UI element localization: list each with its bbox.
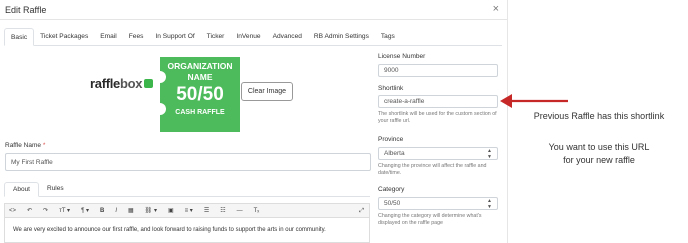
annotation-arrow: [500, 94, 568, 108]
logo-text-raffle: raffle: [90, 76, 120, 91]
description-tabs: About Rules: [4, 182, 370, 197]
province-help: Changing the province will affect the ra…: [378, 163, 487, 176]
redo-icon[interactable]: ↷: [43, 208, 48, 214]
settings-tabs: Basic Ticket Packages Email Fees In Supp…: [4, 28, 502, 46]
tab-about[interactable]: About: [4, 182, 39, 197]
ticket-bottom-text: CASH RAFFLE: [175, 109, 225, 116]
code-view-icon[interactable]: <>: [9, 208, 16, 214]
shortlink-label: Shortlink: [378, 85, 404, 92]
annotation-line1: You want to use this URL: [548, 142, 650, 152]
close-icon[interactable]: ×: [493, 4, 499, 15]
logo-text-box: box: [120, 76, 143, 91]
tab-invenue[interactable]: InVenue: [230, 28, 266, 45]
chevron-down-icon: ▲ ▼: [487, 197, 492, 210]
shortlink-help: The shortlink will be used for the custo…: [378, 111, 497, 124]
tab-fees[interactable]: Fees: [123, 28, 150, 45]
required-mark: *: [42, 142, 46, 149]
category-select[interactable]: 50/50 ▲ ▼: [378, 197, 498, 210]
annotation-use-url: You want to use this URL for your new ra…: [510, 141, 688, 167]
shortlink-input[interactable]: create-a-raffle: [378, 95, 498, 108]
license-number-label: License Number: [378, 53, 426, 60]
logo-mark-icon: [144, 79, 154, 88]
category-help: Changing the category will determine wha…: [378, 213, 482, 226]
raffle-name-input[interactable]: My First Raffle: [5, 153, 371, 171]
tab-tags[interactable]: Tags: [375, 28, 401, 45]
font-size-icon[interactable]: ᴛT ▾: [59, 208, 70, 214]
raffle-name-label: Raffle Name *: [5, 142, 46, 149]
category-label: Category: [378, 186, 405, 193]
license-number-input[interactable]: 9000: [378, 64, 498, 77]
modal-header: Edit Raffle ×: [0, 0, 507, 20]
tab-rb-admin-settings[interactable]: RB Admin Settings: [308, 28, 375, 45]
unordered-list-icon[interactable]: ☰: [204, 208, 209, 214]
tab-advanced[interactable]: Advanced: [267, 28, 308, 45]
rafflebox-logo: rafflebox: [90, 76, 154, 91]
ticket-org-line2: NAME: [187, 71, 213, 82]
clear-format-icon[interactable]: Tₓ: [254, 208, 260, 214]
clear-image-button[interactable]: Clear Image: [241, 82, 293, 101]
province-value: Alberta: [384, 150, 405, 157]
link-icon[interactable]: ⛓ ▾: [145, 208, 157, 214]
horizontal-rule-icon[interactable]: —: [237, 208, 243, 214]
tab-ticket-packages[interactable]: Ticket Packages: [34, 28, 94, 45]
bold-icon[interactable]: B: [100, 208, 104, 214]
province-label: Province: [378, 136, 404, 143]
ordered-list-icon[interactable]: ☷: [220, 208, 225, 214]
annotation-line2: for your new raffle: [563, 155, 635, 165]
image-icon[interactable]: ▣: [168, 208, 174, 214]
tab-email[interactable]: Email: [94, 28, 123, 45]
paragraph-icon[interactable]: ¶ ▾: [81, 208, 89, 214]
editor-content[interactable]: We are very excited to announce our firs…: [4, 218, 370, 243]
italic-icon[interactable]: I: [115, 208, 117, 214]
editor-toolbar: <> ↶ ↷ ᴛT ▾ ¶ ▾ B I ▦ ⛓ ▾ ▣ ≡ ▾ ☰ ☷ — Tₓ…: [4, 203, 370, 218]
tab-rules[interactable]: Rules: [39, 182, 72, 196]
province-select[interactable]: Alberta ▲ ▼: [378, 147, 498, 160]
chevron-down-icon: ▲ ▼: [487, 147, 492, 160]
expand-icon[interactable]: ⤢: [359, 208, 364, 214]
ticket-org-line1: ORGANIZATION: [167, 61, 233, 71]
undo-icon[interactable]: ↶: [27, 208, 32, 214]
ticket-big-text: 50/50: [176, 84, 224, 105]
edit-raffle-modal: Edit Raffle × Basic Ticket Packages Emai…: [0, 0, 508, 243]
align-icon[interactable]: ≡ ▾: [185, 208, 193, 214]
tab-ticker[interactable]: Ticker: [201, 28, 231, 45]
category-value: 50/50: [384, 200, 401, 207]
modal-title: Edit Raffle: [5, 4, 47, 15]
table-icon[interactable]: ▦: [128, 208, 134, 214]
ticket-graphic: ORGANIZATION NAME 50/50 CASH RAFFLE: [154, 57, 240, 132]
annotation-previous-raffle: Previous Raffle has this shortlink: [533, 111, 665, 121]
tab-basic[interactable]: Basic: [4, 28, 35, 46]
tab-in-support-of[interactable]: In Support Of: [149, 28, 200, 45]
raffle-image: rafflebox ORGANIZATION NAME 50/50 CASH R…: [85, 57, 240, 132]
